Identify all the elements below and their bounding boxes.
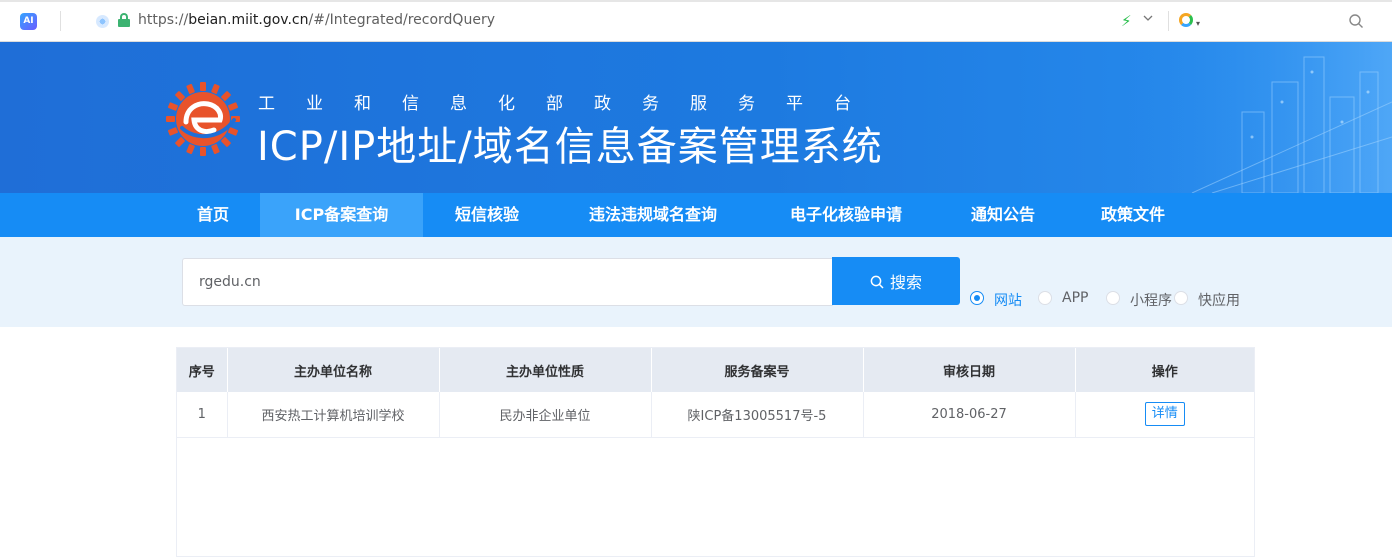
nav-item-icp-query[interactable]: ICP备案查询 (260, 193, 423, 237)
nav-item-sms-verify[interactable]: 短信核验 (438, 193, 536, 237)
radio-label: 快应用 (1198, 293, 1240, 309)
cell-index: 1 (177, 392, 228, 438)
radio-label: 小程序 (1130, 293, 1172, 309)
radio-dot-icon (1038, 291, 1052, 305)
search-button[interactable]: 搜索 (832, 257, 960, 305)
ai-assistant-icon[interactable]: AI (20, 13, 37, 30)
header-banner: 工业和信息化部政务服务平台 ICP/IP地址/域名信息备案管理系统 (0, 42, 1392, 193)
dropdown-arrow-icon[interactable]: ▾ (1196, 20, 1201, 28)
url-scheme: https:// (138, 12, 189, 28)
column-header: 主办单位名称 (227, 348, 440, 392)
cell-action: 详情 (1075, 392, 1254, 438)
column-header: 操作 (1075, 348, 1254, 392)
browser-address-bar: AI https://beian.miit.gov.cn/#/Integrate… (0, 0, 1392, 42)
radio-quick-app[interactable]: 快应用 (1174, 288, 1246, 309)
chevron-down-icon[interactable] (1143, 13, 1153, 23)
column-header: 序号 (177, 348, 228, 392)
results-table: 序号 主办单位名称 主办单位性质 服务备案号 审核日期 操作 1 西安热工计算机… (176, 347, 1255, 557)
nav-item-illegal-domain-query[interactable]: 违法违规域名查询 (568, 193, 738, 237)
search-icon[interactable] (1348, 13, 1364, 29)
divider (60, 11, 61, 31)
search-input[interactable] (182, 258, 833, 306)
radio-app[interactable]: APP (1038, 288, 1098, 308)
radio-label: 网站 (994, 293, 1022, 309)
table-row: 1 西安热工计算机培训学校 民办非企业单位 陕ICP备13005517号-5 2… (177, 392, 1254, 438)
city-skyline-decoration (1132, 42, 1392, 193)
miit-logo-icon (166, 82, 240, 156)
search-engine-icon[interactable] (1179, 13, 1193, 27)
lightning-bolt-icon[interactable]: ⚡ (1121, 12, 1132, 30)
main-nav: 首页 ICP备案查询 短信核验 违法违规域名查询 电子化核验申请 通知公告 政策… (0, 193, 1392, 237)
search-section: 搜索 网站 APP 小程序 快应用 (0, 237, 1392, 327)
page-title: ICP/IP地址/域名信息备案管理系统 (257, 124, 883, 170)
search-icon (870, 275, 884, 289)
site-shield-icon[interactable] (96, 15, 109, 28)
radio-website[interactable]: 网站 (970, 288, 1030, 309)
column-header: 主办单位性质 (439, 348, 652, 392)
radio-dot-icon (1106, 291, 1120, 305)
column-header: 服务备案号 (651, 348, 864, 392)
radio-dot-icon (1174, 291, 1188, 305)
nav-item-e-verify-apply[interactable]: 电子化核验申请 (770, 193, 922, 237)
platform-subtitle: 工业和信息化部政务服务平台 (258, 94, 882, 114)
table-header-row: 序号 主办单位名称 主办单位性质 服务备案号 审核日期 操作 (177, 348, 1254, 392)
tab-strip (0, 0, 1392, 2)
cell-license-number: 陕ICP备13005517号-5 (651, 392, 864, 438)
url-host: beian.miit.gov.cn (188, 12, 309, 28)
column-header: 审核日期 (863, 348, 1076, 392)
nav-item-notices[interactable]: 通知公告 (954, 193, 1052, 237)
cell-organizer-nature: 民办非企业单位 (439, 392, 652, 438)
cell-review-date: 2018-06-27 (863, 392, 1076, 438)
radio-mini-program[interactable]: 小程序 (1106, 288, 1174, 309)
radio-dot-icon (970, 291, 984, 305)
url-path: /#/Integrated/recordQuery (308, 12, 495, 28)
search-button-label: 搜索 (889, 273, 922, 292)
lock-icon[interactable] (118, 13, 130, 27)
detail-button[interactable]: 详情 (1144, 402, 1185, 427)
nav-item-home[interactable]: 首页 (181, 193, 245, 237)
cell-organizer-name: 西安热工计算机培训学校 (227, 392, 440, 438)
divider (1168, 11, 1169, 31)
radio-label: APP (1062, 290, 1089, 306)
url-field[interactable]: https://beian.miit.gov.cn/#/Integrated/r… (138, 12, 495, 28)
nav-item-policies[interactable]: 政策文件 (1084, 193, 1182, 237)
